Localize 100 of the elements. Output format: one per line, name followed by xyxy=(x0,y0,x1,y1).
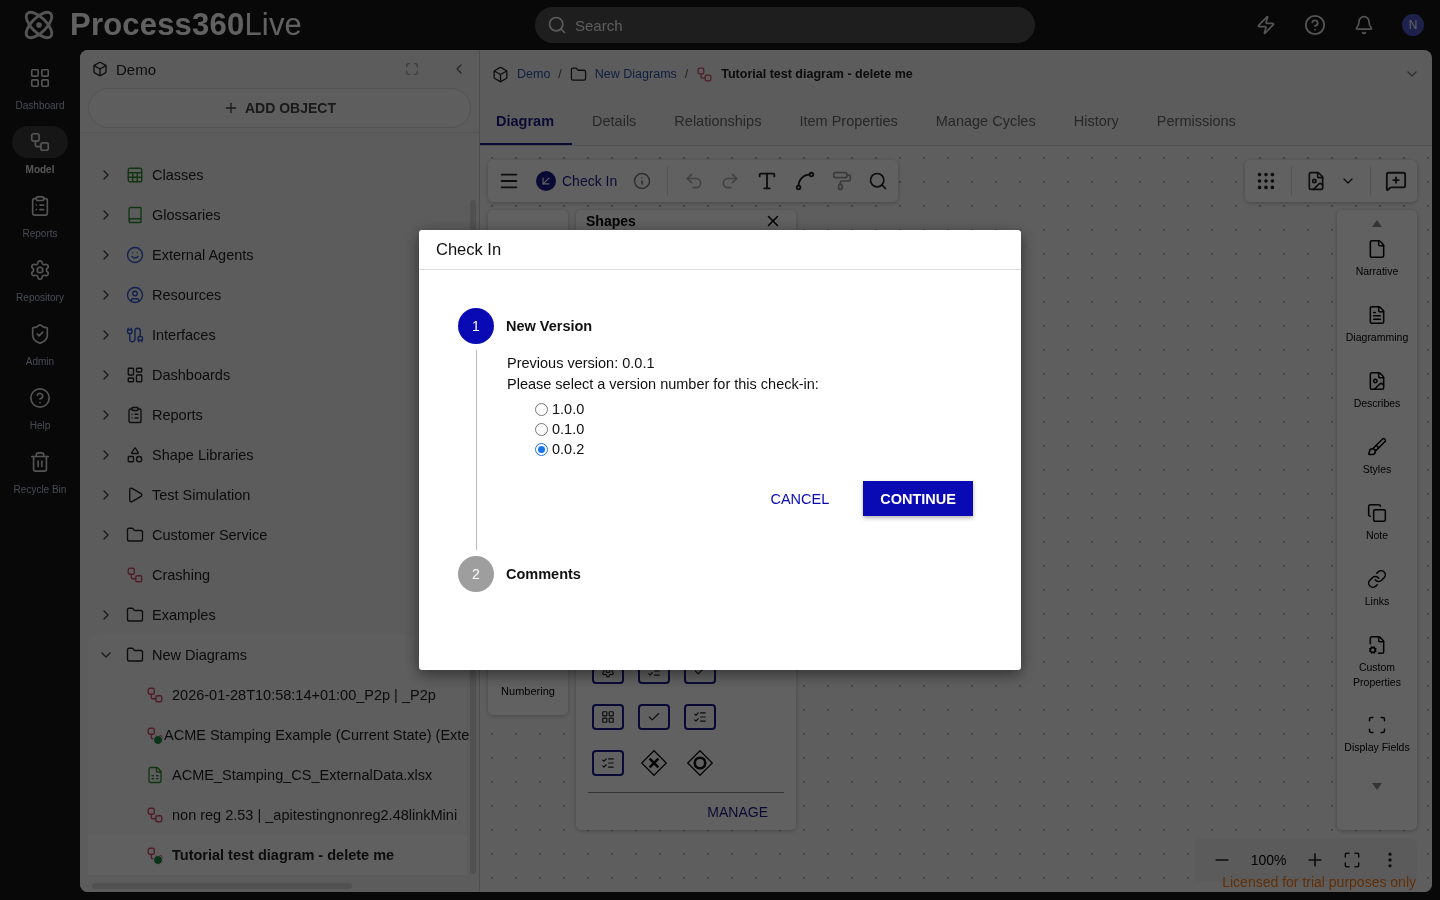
shape-tile[interactable] xyxy=(592,704,624,730)
tree-item[interactable]: Examples xyxy=(88,595,467,635)
step-number: 2 xyxy=(458,556,494,592)
diagram-icon xyxy=(146,806,164,824)
license-notice: Licensed for trial purposes only xyxy=(1222,874,1416,890)
panel-item[interactable]: Note xyxy=(1337,491,1417,557)
numbering-label[interactable]: Numbering xyxy=(501,685,555,697)
step-number: 1 xyxy=(458,308,494,344)
step-title: New Version xyxy=(506,318,594,334)
gateway-x-icon xyxy=(640,747,668,779)
book-icon xyxy=(126,206,144,224)
add-comment-icon[interactable] xyxy=(1385,170,1407,192)
dashboard-icon xyxy=(126,366,144,384)
tree-item[interactable]: ACME_Stamping_CS_ExternalData.xlsx xyxy=(88,755,467,795)
shape-icon xyxy=(647,710,661,724)
shape-icon xyxy=(693,710,707,724)
info-icon[interactable] xyxy=(633,172,652,190)
breadcrumb-separator: / xyxy=(684,67,689,81)
settings-icon xyxy=(29,259,51,281)
tree-item[interactable]: ACME Stamping Example (Current State) (Exte xyxy=(88,715,467,755)
plus-icon xyxy=(223,100,239,116)
version-radio[interactable]: 0.0.2 xyxy=(535,441,585,457)
panel-item[interactable]: Custom Properties xyxy=(1337,623,1417,703)
cube-icon xyxy=(92,61,108,77)
add-object-button[interactable]: ADD OBJECT xyxy=(88,88,471,128)
breadcrumb-link[interactable]: Demo xyxy=(517,67,551,81)
shape-tile[interactable] xyxy=(638,750,670,776)
nav-item[interactable]: Dashboard xyxy=(0,62,80,126)
plug-icon xyxy=(126,326,144,344)
shape-tile[interactable] xyxy=(684,704,716,730)
scroll-up-icon[interactable] xyxy=(1372,220,1382,227)
folder-icon xyxy=(126,526,144,544)
manage-button[interactable]: MANAGE xyxy=(707,803,768,820)
version-radio[interactable]: 1.0.0 xyxy=(535,401,585,417)
zoom-level: 100% xyxy=(1250,852,1287,868)
nav-item[interactable]: Help xyxy=(0,382,80,446)
breadcrumb-link[interactable]: Tutorial test diagram - delete me xyxy=(721,67,913,81)
connector-icon[interactable] xyxy=(794,170,817,192)
spreadsheet-icon xyxy=(146,766,164,784)
tree-item[interactable]: Classes xyxy=(88,155,467,195)
continue-button[interactable]: CONTINUE xyxy=(863,481,973,516)
document-icon[interactable] xyxy=(1306,171,1326,191)
panel-item[interactable]: Describes xyxy=(1337,359,1417,425)
nav-item[interactable]: Reports xyxy=(0,190,80,254)
play-icon xyxy=(126,486,144,504)
step-title: Comments xyxy=(506,566,582,582)
user-avatar[interactable]: N xyxy=(1402,14,1424,36)
paint-roller-icon[interactable] xyxy=(832,171,853,191)
apps-grid-icon[interactable] xyxy=(1255,170,1277,192)
trash-icon xyxy=(29,451,51,473)
panel-item[interactable]: Display Fields xyxy=(1337,703,1417,783)
shape-tile[interactable] xyxy=(684,750,716,776)
expand-icon[interactable] xyxy=(405,62,419,76)
diagram-icon xyxy=(696,65,714,83)
folder-icon xyxy=(126,606,144,624)
shield-icon xyxy=(29,323,51,345)
panel-title: Shapes xyxy=(586,213,636,229)
file-gear-icon xyxy=(1367,635,1387,655)
version-radio[interactable]: 0.1.0 xyxy=(535,421,585,437)
scroll-down-icon[interactable] xyxy=(1372,783,1382,790)
logo-icon xyxy=(22,8,56,42)
diagram-icon xyxy=(146,686,164,704)
bell-icon[interactable] xyxy=(1354,15,1374,35)
grid-icon xyxy=(29,67,51,89)
document-icon xyxy=(1367,305,1387,325)
nav-item[interactable]: Model xyxy=(0,126,80,190)
help-icon xyxy=(29,387,51,409)
nav-item[interactable]: Recycle Bin xyxy=(0,446,80,510)
panel-item[interactable]: Diagramming xyxy=(1337,293,1417,359)
frame-icon xyxy=(1367,715,1387,735)
file-icon xyxy=(1367,239,1387,259)
breadcrumb-link[interactable]: New Diagrams xyxy=(594,67,677,81)
shape-tile[interactable] xyxy=(638,704,670,730)
folder-icon xyxy=(126,646,144,664)
cancel-button[interactable]: CANCEL xyxy=(764,481,836,516)
help-icon[interactable] xyxy=(1304,14,1326,36)
nav-item[interactable]: Repository xyxy=(0,254,80,318)
search-icon[interactable] xyxy=(868,171,889,191)
tree-item[interactable]: New Diagrams xyxy=(88,635,467,675)
tree-item[interactable]: Customer Service xyxy=(88,515,467,555)
fullscreen-icon[interactable] xyxy=(1343,851,1362,869)
diagram-icon xyxy=(126,566,144,584)
panel-item[interactable]: Narrative xyxy=(1337,227,1417,293)
previous-version-text: Previous version: 0.0.1 xyxy=(507,354,656,373)
panel-item[interactable]: Links xyxy=(1337,557,1417,623)
tree-item[interactable]: Reports xyxy=(88,395,467,435)
tree-item[interactable]: Dashboards xyxy=(88,355,467,395)
tree-item[interactable]: non reg 2.53 | _apitestingnonreg2.48linkMini xyxy=(88,795,467,835)
redo-icon[interactable] xyxy=(720,171,741,191)
tree-item[interactable]: 2026-01-28T10:58:14+01:00_P2p | _P2p xyxy=(88,675,467,715)
tree-item[interactable]: Test Simulation xyxy=(88,475,467,515)
check-in-button[interactable]: Check In xyxy=(536,171,618,191)
shape-tile[interactable] xyxy=(592,750,624,776)
nav-item[interactable]: Admin xyxy=(0,318,80,382)
lightning-icon[interactable] xyxy=(1256,15,1276,35)
app-logo: Process360Live xyxy=(70,7,303,43)
link-icon xyxy=(1367,569,1387,589)
tree-item[interactable]: Shape Libraries xyxy=(88,435,467,475)
panel-item[interactable]: Styles xyxy=(1337,425,1417,491)
tree-item[interactable]: Glossaries xyxy=(88,195,467,235)
